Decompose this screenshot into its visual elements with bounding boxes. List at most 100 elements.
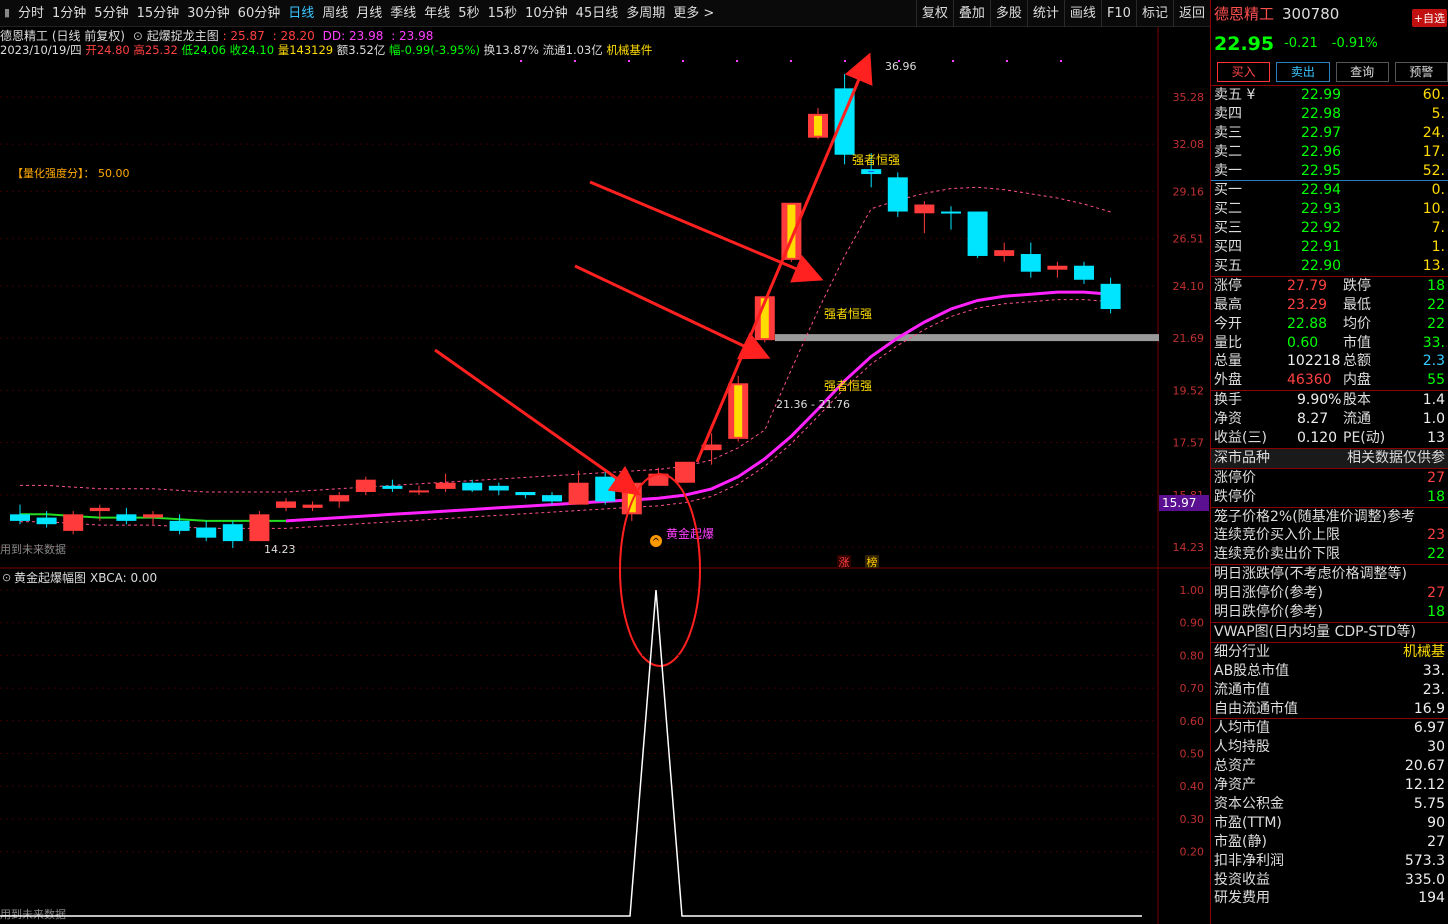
y-tick-label: 17.57	[1173, 437, 1205, 450]
ohlc-date: 2023/10/19/四	[0, 43, 82, 57]
period-tab-14[interactable]: 45日线	[572, 0, 623, 27]
ohlc-open: 开24.80	[85, 43, 130, 57]
period-tab-11[interactable]: 5秒	[454, 0, 483, 27]
candle-body	[302, 504, 323, 508]
ohlc-change: 幅-0.99(-3.95%)	[389, 43, 480, 57]
bid-row-1: 买二 22.93 10.	[1214, 201, 1445, 218]
toolbar-menu-icon[interactable]: ▮	[0, 1, 14, 25]
high-label: 36.96	[885, 60, 917, 73]
buy-button[interactable]: 买入	[1217, 62, 1271, 82]
stat2-row-0: 换手 9.90% 股本 1.4	[1214, 392, 1445, 409]
subchart-value: XBCA: 0.00	[90, 571, 157, 585]
y-tick-label: 35.28	[1173, 91, 1205, 104]
toolbar-action-4[interactable]: 画线	[1063, 0, 1101, 27]
period-tab-3[interactable]: 15分钟	[133, 0, 184, 27]
chart-title: 德恩精工 (日线 前复权)	[0, 29, 125, 43]
cage-row-1: 连续竞价卖出价下限 22	[1214, 546, 1445, 563]
fund2-row-8: 投资收益 335.0	[1214, 871, 1445, 888]
indicator-name[interactable]: 起爆捉龙主图	[147, 29, 219, 43]
signal-dot	[844, 60, 846, 62]
sub-y-tick-label: 0.20	[1180, 846, 1205, 859]
candle-body	[967, 211, 988, 256]
candle-body	[10, 514, 30, 521]
toolbar-action-3[interactable]: 统计	[1026, 0, 1064, 27]
period-tab-10[interactable]: 年线	[420, 0, 454, 27]
fund2-row-9: 研发费用 194	[1214, 890, 1445, 907]
stat-row-3: 量比 0.60 市值 33.	[1214, 334, 1445, 351]
toolbar-action-0[interactable]: 复权	[915, 0, 953, 27]
toolbar-right-actions: 复权 叠加 多股 统计 画线 F10 标记 返回	[915, 0, 1210, 27]
cage-row-0: 连续竞价买入价上限 23	[1214, 527, 1445, 544]
period-tab-6[interactable]: 日线	[284, 0, 318, 27]
period-tab-1[interactable]: 1分钟	[48, 0, 90, 27]
period-tab-16[interactable]: 更多 >	[669, 0, 718, 27]
query-button[interactable]: 查询	[1335, 62, 1389, 82]
future-data-label: 用到未来数据	[0, 542, 66, 556]
gold-label: 黄金起爆	[666, 526, 714, 541]
candle-body	[249, 514, 270, 542]
period-tab-5[interactable]: 60分钟	[234, 0, 285, 27]
fund2-row-4: 资本公积金 5.75	[1214, 795, 1445, 812]
period-tab-7[interactable]: 周线	[318, 0, 352, 27]
period-tab-15[interactable]: 多周期	[622, 0, 669, 27]
candle-body	[542, 495, 562, 502]
toolbar-action-6[interactable]: 标记	[1135, 0, 1173, 27]
limit-row-1: 跌停价 18	[1214, 488, 1445, 505]
annotation-arrow	[434, 348, 641, 496]
candle-body	[89, 507, 110, 512]
indicator-toggle-icon[interactable]: ⊙	[133, 29, 143, 43]
candle-body	[169, 520, 190, 531]
candle-body	[355, 479, 376, 493]
ask-row-3: 卖二 22.96 17.	[1214, 143, 1445, 160]
candle-body	[143, 514, 163, 518]
sub-y-tick-label: 0.30	[1180, 813, 1205, 826]
strong-label-3: 强者恒强	[852, 153, 900, 167]
indicator-value-a: : 25.87	[222, 29, 265, 43]
toolbar-action-2[interactable]: 多股	[989, 0, 1027, 27]
candle-body	[595, 476, 616, 502]
ask-row-0: 卖五 ¥22.99 60.	[1214, 87, 1445, 103]
stat2-row-1: 净资 8.27 流通 1.0	[1214, 411, 1445, 428]
tomorrow-row-1: 明日跌停价(参考) 18	[1214, 604, 1445, 621]
candle-body	[1047, 265, 1068, 270]
chart-info-line: 德恩精工 (日线 前复权) ⊙ 起爆捉龙主图 : 25.87 : 28.20 D…	[0, 27, 433, 43]
ohlc-low: 低24.06	[181, 43, 226, 57]
y-tick-label: 24.10	[1173, 280, 1205, 293]
period-tab-9[interactable]: 季线	[386, 0, 420, 27]
period-tab-0[interactable]: 分时	[14, 0, 48, 27]
fund2-row-1: 人均持股 30	[1214, 739, 1445, 756]
sub-y-tick-label: 0.70	[1180, 682, 1205, 695]
period-tab-2[interactable]: 5分钟	[90, 0, 132, 27]
blue-signal-bar	[868, 171, 875, 173]
sell-button[interactable]: 卖出	[1276, 62, 1330, 82]
candle-body	[1100, 283, 1121, 310]
candle-body	[36, 517, 57, 525]
stat-row-0: 涨停 27.79 跌停 18	[1214, 277, 1445, 294]
indicator-value-b: : 28.20	[272, 29, 315, 43]
y-tick-label: 32.08	[1173, 138, 1205, 151]
candle-body	[462, 482, 483, 491]
period-tab-12[interactable]: 15秒	[484, 0, 522, 27]
candle-body	[994, 250, 1015, 256]
alert-button[interactable]: 预警	[1394, 62, 1448, 82]
add-watchlist-button[interactable]: +自选	[1411, 9, 1447, 27]
vwap-row[interactable]: VWAP图(日内均量 CDP-STD等)	[1211, 623, 1448, 642]
period-tab-8[interactable]: 月线	[352, 0, 386, 27]
y-tick-label: 14.23	[1173, 541, 1205, 554]
period-tabs: 分时 1分钟 5分钟 15分钟 30分钟 60分钟 日线 周线 月线 季线 年线 5秒 15秒 10分钟 4…	[14, 0, 718, 27]
fund2-row-6: 市盈(静) 27	[1214, 833, 1445, 850]
candle-body	[1074, 265, 1094, 280]
toolbar-action-5[interactable]: F10	[1100, 0, 1136, 27]
candle-body	[568, 482, 589, 505]
toolbar-action-7[interactable]: 返回	[1172, 0, 1210, 27]
toolbar-action-1[interactable]: 叠加	[952, 0, 990, 27]
ohlc-sector[interactable]: 机械基件	[606, 43, 652, 57]
section-header: 深市品种 相关数据仅供参	[1211, 448, 1448, 468]
period-tab-4[interactable]: 30分钟	[183, 0, 234, 27]
price-line: 22.95 -0.21 -0.91%	[1211, 27, 1448, 60]
kline-chart[interactable]: 35.28 32.08 29.16 26.51 24.10 21.69 19.52 17.57…	[0, 0, 1210, 924]
period-tab-13[interactable]: 10分钟	[521, 0, 572, 27]
candle-body	[435, 482, 456, 489]
sub-y-tick-label: 0.90	[1180, 617, 1205, 630]
stat-row-2: 今开 22.88 均价 22	[1214, 315, 1445, 332]
